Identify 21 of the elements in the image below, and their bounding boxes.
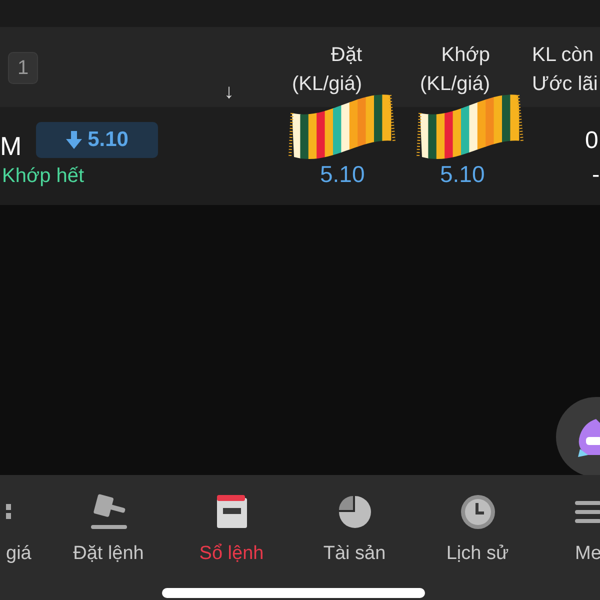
estimated-profit: - [592,161,600,188]
pie-chart-icon [336,493,372,531]
nav-tab[interactable]: Lịch sử [416,475,539,600]
price-chip: 5.10 [36,122,158,158]
nav-tab[interactable]: giá [0,475,47,600]
order-price: 5.10 [320,161,365,188]
nav-tab[interactable]: Tài sản [293,475,416,600]
match-price: 5.10 [440,161,485,188]
stock-symbol: M [0,131,22,162]
column-header: Khớp (KL/giá) [420,43,490,97]
clock-icon [458,493,496,531]
down-arrow-icon [66,131,82,149]
remaining-volume: 0 [585,127,598,155]
gavel-icon [88,493,128,531]
column-header: Đặt (KL/giá) [292,43,362,97]
column-header: KL còn Ước lãi [532,43,598,97]
order-book-icon [216,493,248,531]
nav-tab[interactable]: Đặt lệnh [47,475,170,600]
count-badge[interactable]: 1 [8,52,38,84]
sort-arrow[interactable]: ↓ [224,81,234,104]
order-status: Khớp hết [2,165,84,188]
